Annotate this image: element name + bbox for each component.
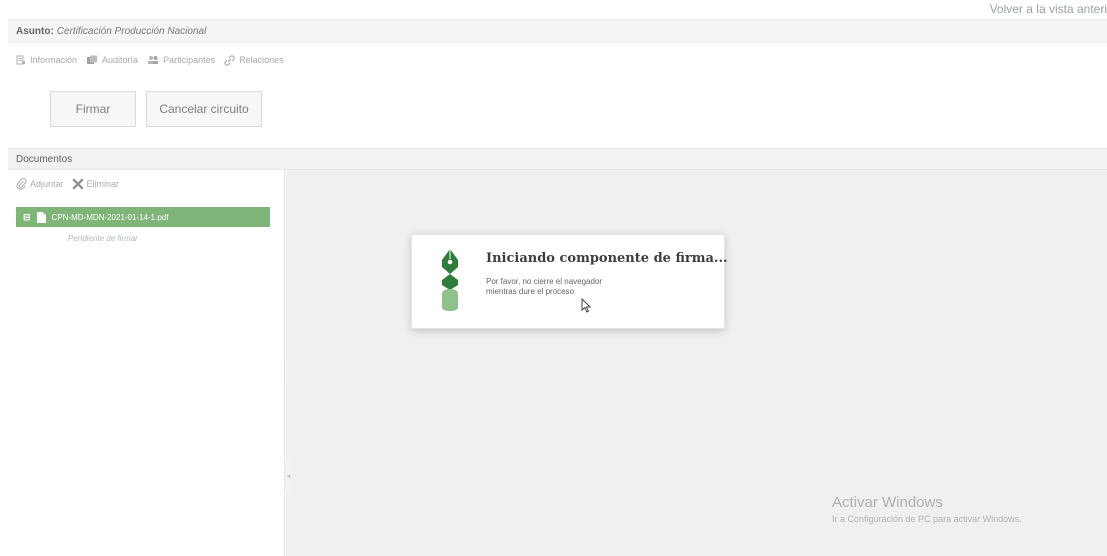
detail-tabs: Información Auditoría Participantes Rela… [16, 51, 293, 69]
documents-panel: Adjuntar Eliminar ⊟ CPN-MD-MDN-2021-01-1… [8, 170, 285, 556]
paperclip-icon [16, 178, 27, 190]
audit-stack-icon [87, 55, 98, 64]
panel-splitter-handle[interactable] [284, 364, 285, 380]
tab-participantes-label: Participantes [163, 55, 216, 65]
document-name: CPN-MD-MDN-2021-01-14-1.pdf [51, 212, 169, 222]
documents-header: Documentos [8, 148, 1107, 170]
circuit-actions: Firmar Cancelar circuito [50, 91, 272, 127]
tab-auditoria[interactable]: Auditoría [86, 55, 138, 65]
document-status: Pendiente de firmar [68, 234, 138, 243]
tab-informacion-label: Información [30, 55, 78, 65]
tab-relaciones[interactable]: Relaciones [224, 54, 284, 66]
tab-informacion[interactable]: Información [16, 55, 77, 65]
subject-value: Certificación Producción Nacional [56, 25, 207, 37]
windows-activation-watermark: Activar Windows Ir a Configuración de PC… [832, 494, 1022, 524]
document-row[interactable]: ⊟ CPN-MD-MDN-2021-01-14-1.pdf [16, 207, 270, 227]
cancel-circuit-button[interactable]: Cancelar circuito [146, 91, 262, 127]
signature-pen-logo-icon [442, 249, 458, 311]
chevron-left-icon: ◂ [286, 473, 291, 480]
dialog-message-line-1: Por favor, no cierre el navegador [486, 277, 603, 286]
tab-auditoria-label: Auditoría [102, 55, 139, 65]
attach-button[interactable]: Adjuntar [16, 178, 64, 190]
collapse-toggle[interactable]: ⊟ [23, 212, 31, 223]
top-bar: Volver a la vista anteri [0, 0, 1107, 19]
subject-bar: Asunto: Certificación Producción Naciona… [8, 19, 1107, 43]
dialog-title: Iniciando componente de firma... [486, 251, 728, 266]
documents-title: Documentos [16, 153, 73, 165]
watermark-title: Activar Windows [832, 494, 943, 511]
signing-component-dialog: Iniciando componente de firma... Por fav… [411, 234, 728, 329]
delete-button[interactable]: Eliminar [72, 178, 120, 190]
tab-relaciones-label: Relaciones [239, 55, 284, 65]
link-icon [224, 54, 235, 66]
dialog-message-line-2: mientras dure el proceso [486, 287, 575, 296]
dialog-message: Por favor, no cierre el navegador mientr… [486, 277, 666, 297]
documents-toolbar: Adjuntar Eliminar [16, 178, 127, 190]
participants-icon [148, 56, 159, 64]
file-icon [36, 211, 46, 223]
delete-label: Eliminar [86, 179, 120, 189]
tab-participantes[interactable]: Participantes [147, 55, 215, 65]
mouse-cursor-icon [581, 298, 591, 313]
subject-label: Asunto: [16, 25, 54, 37]
sign-button[interactable]: Firmar [50, 91, 136, 127]
info-doc-icon [16, 55, 25, 65]
collapse-panel-button[interactable]: ◂ [285, 458, 292, 494]
delete-x-icon [72, 178, 83, 190]
back-to-previous-view-link[interactable]: Volver a la vista anteri [990, 2, 1107, 16]
watermark-subtitle: Ir a Configuración de PC para activar Wi… [832, 514, 1022, 524]
attach-label: Adjuntar [30, 179, 64, 189]
